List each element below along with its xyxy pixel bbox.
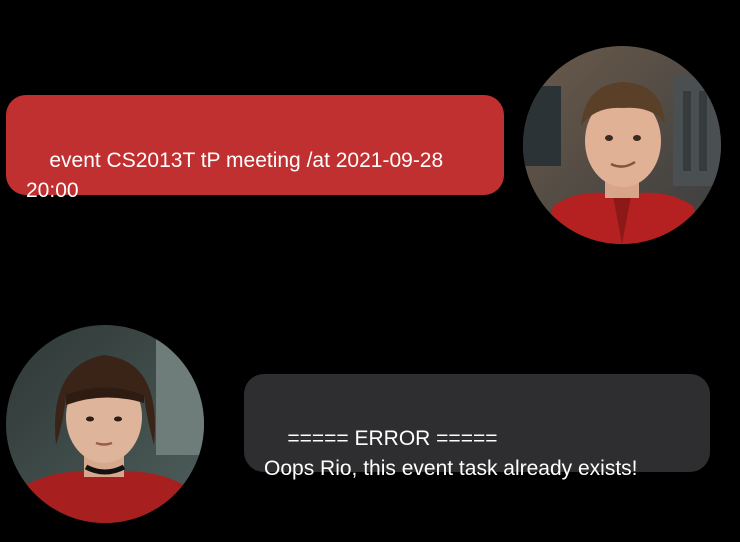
user-message-text: event CS2013T tP meeting /at 2021-09-28 … xyxy=(26,149,444,202)
bot-avatar xyxy=(6,325,204,523)
user-message-bubble: event CS2013T tP meeting /at 2021-09-28 … xyxy=(6,95,504,202)
chat-window: event CS2013T tP meeting /at 2021-09-28 … xyxy=(0,0,740,542)
bot-message-text: ===== ERROR ===== Oops Rio, this event t… xyxy=(264,427,638,480)
user-avatar xyxy=(523,46,721,244)
bot-message-bubble: ===== ERROR ===== Oops Rio, this event t… xyxy=(244,374,710,480)
